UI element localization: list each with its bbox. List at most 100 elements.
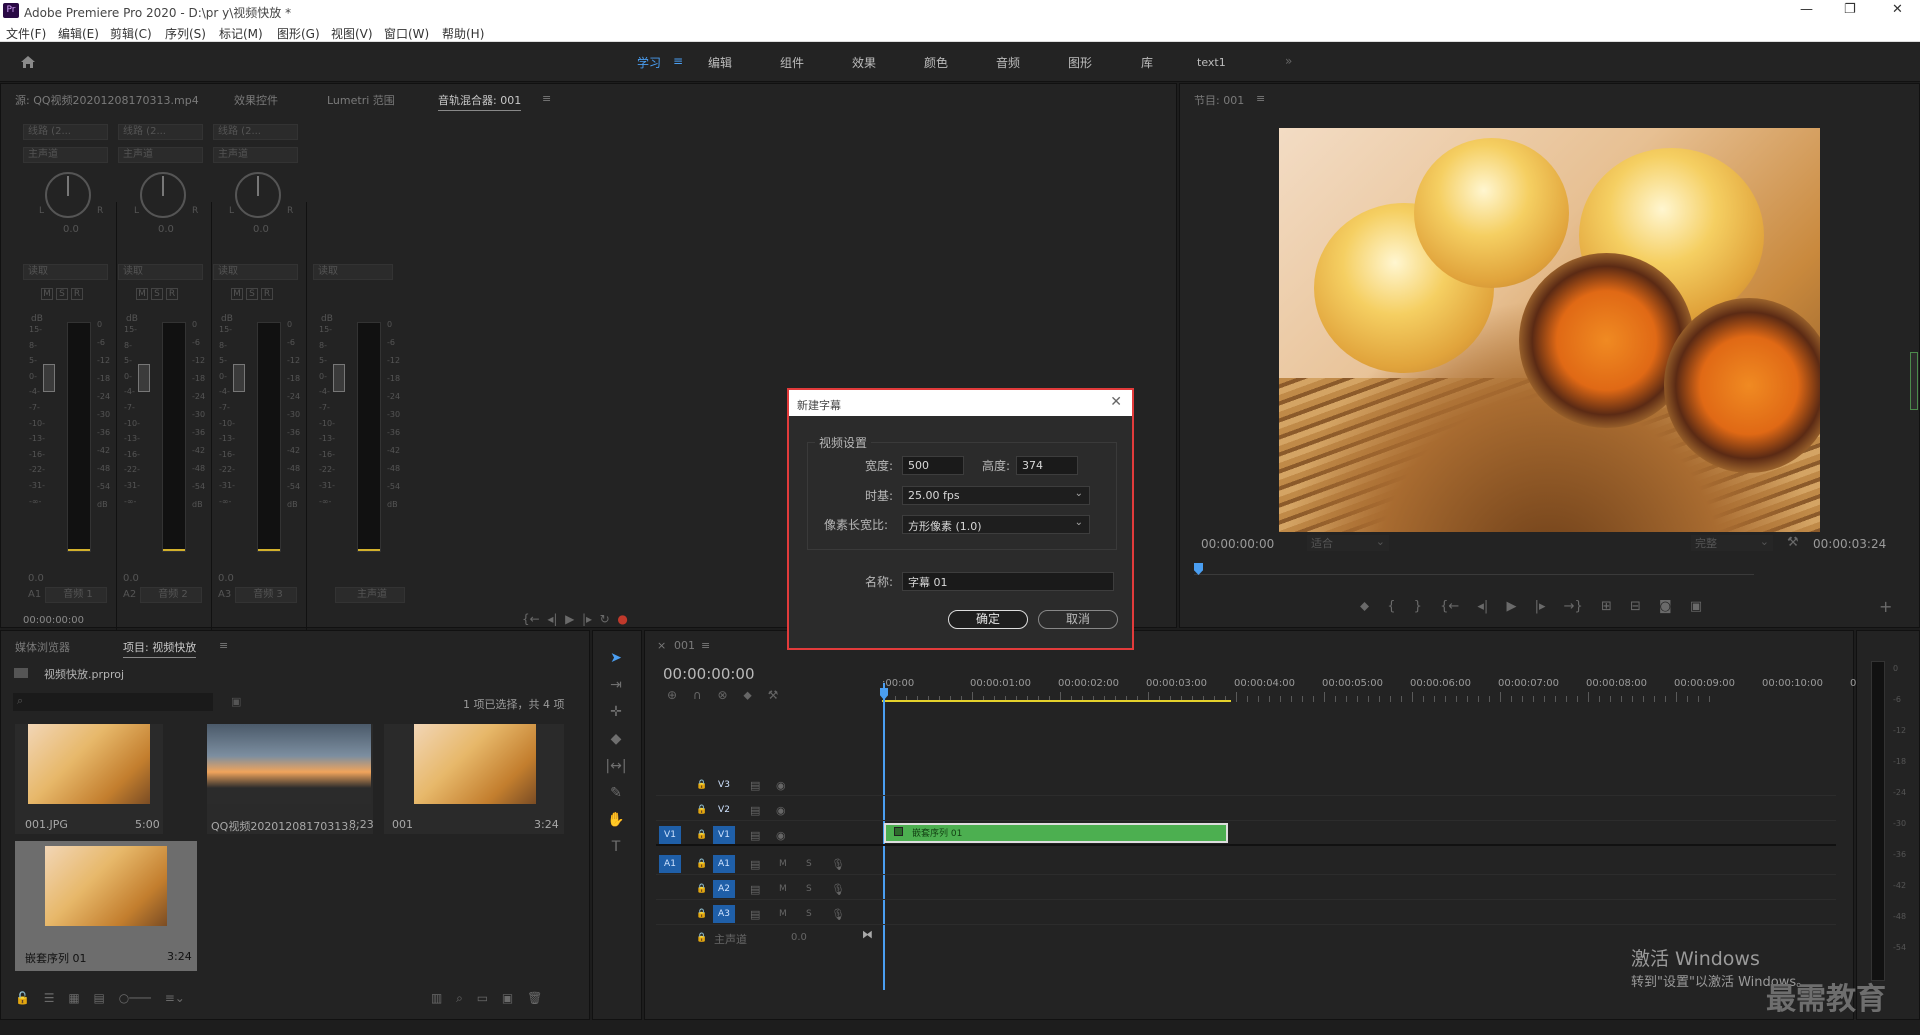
master-track-end-icon[interactable]: ⧓ [862, 928, 873, 941]
sync-lock-icon[interactable]: ▤ [750, 883, 760, 896]
lock-icon[interactable]: 🔒 [696, 884, 707, 894]
settings-wrench-icon[interactable]: ⚒ [1787, 535, 1799, 550]
project-search-input[interactable]: ⌕ [13, 693, 213, 711]
automation-select[interactable]: 读取 [213, 264, 298, 280]
pan-knob[interactable] [235, 172, 281, 218]
program-panel-menu-icon[interactable]: ≡ [1256, 92, 1265, 105]
timeline-settings-icon[interactable]: ⚒ [768, 688, 779, 702]
linked-selection-icon[interactable]: ⊗ [718, 688, 728, 702]
menu-file[interactable]: 文件(F) [6, 25, 46, 42]
video-track-row[interactable] [656, 772, 1836, 796]
mark-in-icon[interactable]: { [1387, 599, 1395, 614]
ripple-edit-tool-icon[interactable]: ✛ [605, 704, 627, 724]
clear-icon[interactable]: 🗑 [527, 991, 542, 1005]
record-arm-button[interactable]: R [71, 288, 83, 300]
slip-tool-icon[interactable]: |↔| [605, 758, 627, 778]
tab-audio-track-mixer[interactable]: 音轨混合器: 001 [438, 92, 522, 111]
nested-sequence-clip[interactable]: 嵌套序列 01 [884, 823, 1228, 843]
close-sequence-icon[interactable]: × [657, 639, 666, 652]
mute-track-button[interactable]: M [779, 859, 787, 869]
pan-knob[interactable] [45, 172, 91, 218]
track-target[interactable]: V1 [713, 826, 735, 844]
automation-select[interactable]: 读取 [23, 264, 108, 280]
track-target[interactable]: V3 [713, 776, 735, 794]
solo-track-button[interactable]: S [806, 859, 812, 869]
timebase-select[interactable]: 25.00 fps ⌄ [902, 486, 1090, 505]
workspace-tab-color[interactable]: 颜色 [924, 54, 948, 71]
automation-select[interactable]: 读取 [118, 264, 203, 280]
minimize-button[interactable]: — [1800, 2, 1813, 17]
sync-lock-icon[interactable]: ▤ [750, 804, 760, 817]
add-marker-icon[interactable]: ⬥ [1360, 599, 1369, 614]
mute-button[interactable]: M [136, 288, 148, 300]
track-target[interactable]: A2 [713, 880, 735, 898]
icon-view-icon[interactable]: ▦ [68, 991, 79, 1005]
lock-icon[interactable]: 🔒 [696, 933, 707, 943]
program-time-ruler[interactable] [1194, 563, 1754, 575]
cancel-button[interactable]: 取消 [1038, 610, 1118, 629]
step-forward-icon[interactable]: |▸ [1535, 599, 1546, 614]
input-select[interactable]: 线路 (2... [118, 124, 203, 140]
workspace-tab-effects[interactable]: 效果 [852, 54, 876, 71]
automation-select[interactable]: 读取 [313, 264, 393, 280]
timeline-timecode[interactable]: 00:00:00:00 [663, 665, 755, 683]
go-to-in-icon[interactable]: {← [1440, 599, 1459, 614]
home-icon[interactable] [20, 54, 36, 70]
tab-source[interactable]: 源: QQ视频20201208170313.mp4 [15, 92, 199, 108]
menu-clip[interactable]: 剪辑(C) [110, 25, 152, 42]
type-tool-icon[interactable]: T [605, 839, 627, 859]
microphone-icon[interactable]: 🎙 [831, 908, 845, 921]
menu-marker[interactable]: 标记(M) [219, 25, 263, 42]
eye-icon[interactable]: ◉ [776, 779, 786, 792]
record-arm-button[interactable]: R [261, 288, 273, 300]
add-marker-icon[interactable]: ⬥ [743, 688, 751, 702]
sync-lock-icon[interactable]: ▤ [750, 858, 760, 871]
mute-track-button[interactable]: M [779, 909, 787, 919]
input-select[interactable]: 线路 (2... [213, 124, 298, 140]
solo-button[interactable]: S [56, 288, 68, 300]
step-back-icon[interactable]: ◂| [547, 612, 557, 626]
timeline-menu-icon[interactable]: ≡ [701, 639, 710, 652]
track-select-tool-icon[interactable]: ⇥ [605, 677, 627, 697]
menu-help[interactable]: 帮助(H) [442, 25, 484, 42]
work-area-bar[interactable] [882, 700, 1231, 702]
width-field[interactable] [902, 456, 964, 475]
project-item[interactable]: 001.JPG 5:00 [15, 724, 163, 834]
solo-track-button[interactable]: S [806, 909, 812, 919]
zoom-slider[interactable]: ○─── [119, 991, 151, 1005]
snap-icon[interactable]: ∩ [693, 688, 702, 702]
menu-sequence[interactable]: 序列(S) [165, 25, 206, 42]
more-workspaces-icon[interactable]: » [1285, 54, 1292, 68]
lift-icon[interactable]: ⊞ [1601, 599, 1612, 614]
tab-media-browser[interactable]: 媒体浏览器 [15, 639, 70, 655]
project-panel-menu-icon[interactable]: ≡ [219, 639, 228, 652]
hand-tool-icon[interactable]: ✋ [605, 812, 627, 832]
mute-button[interactable]: M [231, 288, 243, 300]
lock-icon[interactable]: 🔒 [696, 859, 707, 869]
project-item[interactable]: 001 3:24 [384, 724, 564, 834]
track-target[interactable]: A3 [713, 905, 735, 923]
step-forward-icon[interactable]: |▸ [582, 612, 592, 626]
zoom-fit-select[interactable]: 适合 ⌄ [1307, 535, 1389, 551]
volume-fader[interactable] [233, 364, 245, 392]
sync-lock-icon[interactable]: ▤ [750, 908, 760, 921]
menu-window[interactable]: 窗口(W) [384, 25, 429, 42]
lock-icon[interactable]: 🔒 [696, 830, 707, 840]
tab-sequence[interactable]: 001 [674, 639, 695, 652]
restore-button[interactable]: ❐ [1844, 2, 1856, 17]
source-patch-v1[interactable]: V1 [659, 826, 681, 844]
workspace-tab-audio[interactable]: 音频 [996, 54, 1020, 71]
output-select[interactable]: 主声道 [213, 147, 298, 163]
workspace-tab-text1[interactable]: text1 [1197, 56, 1226, 69]
menu-view[interactable]: 视图(V) [331, 25, 373, 42]
loop-icon[interactable]: ↻ [600, 612, 610, 626]
workspace-tab-edit[interactable]: 编辑 [708, 54, 732, 71]
tab-program[interactable]: 节目: 001 [1194, 92, 1244, 108]
comparison-view-icon[interactable]: ▣ [1690, 599, 1702, 614]
eye-icon[interactable]: ◉ [776, 829, 786, 842]
workspace-tab-learn[interactable]: 学习 [637, 54, 661, 71]
eye-icon[interactable]: ◉ [776, 804, 786, 817]
razor-tool-icon[interactable]: ◆ [605, 731, 627, 751]
height-field[interactable] [1016, 456, 1078, 475]
play-icon[interactable]: ▶ [1506, 599, 1516, 614]
